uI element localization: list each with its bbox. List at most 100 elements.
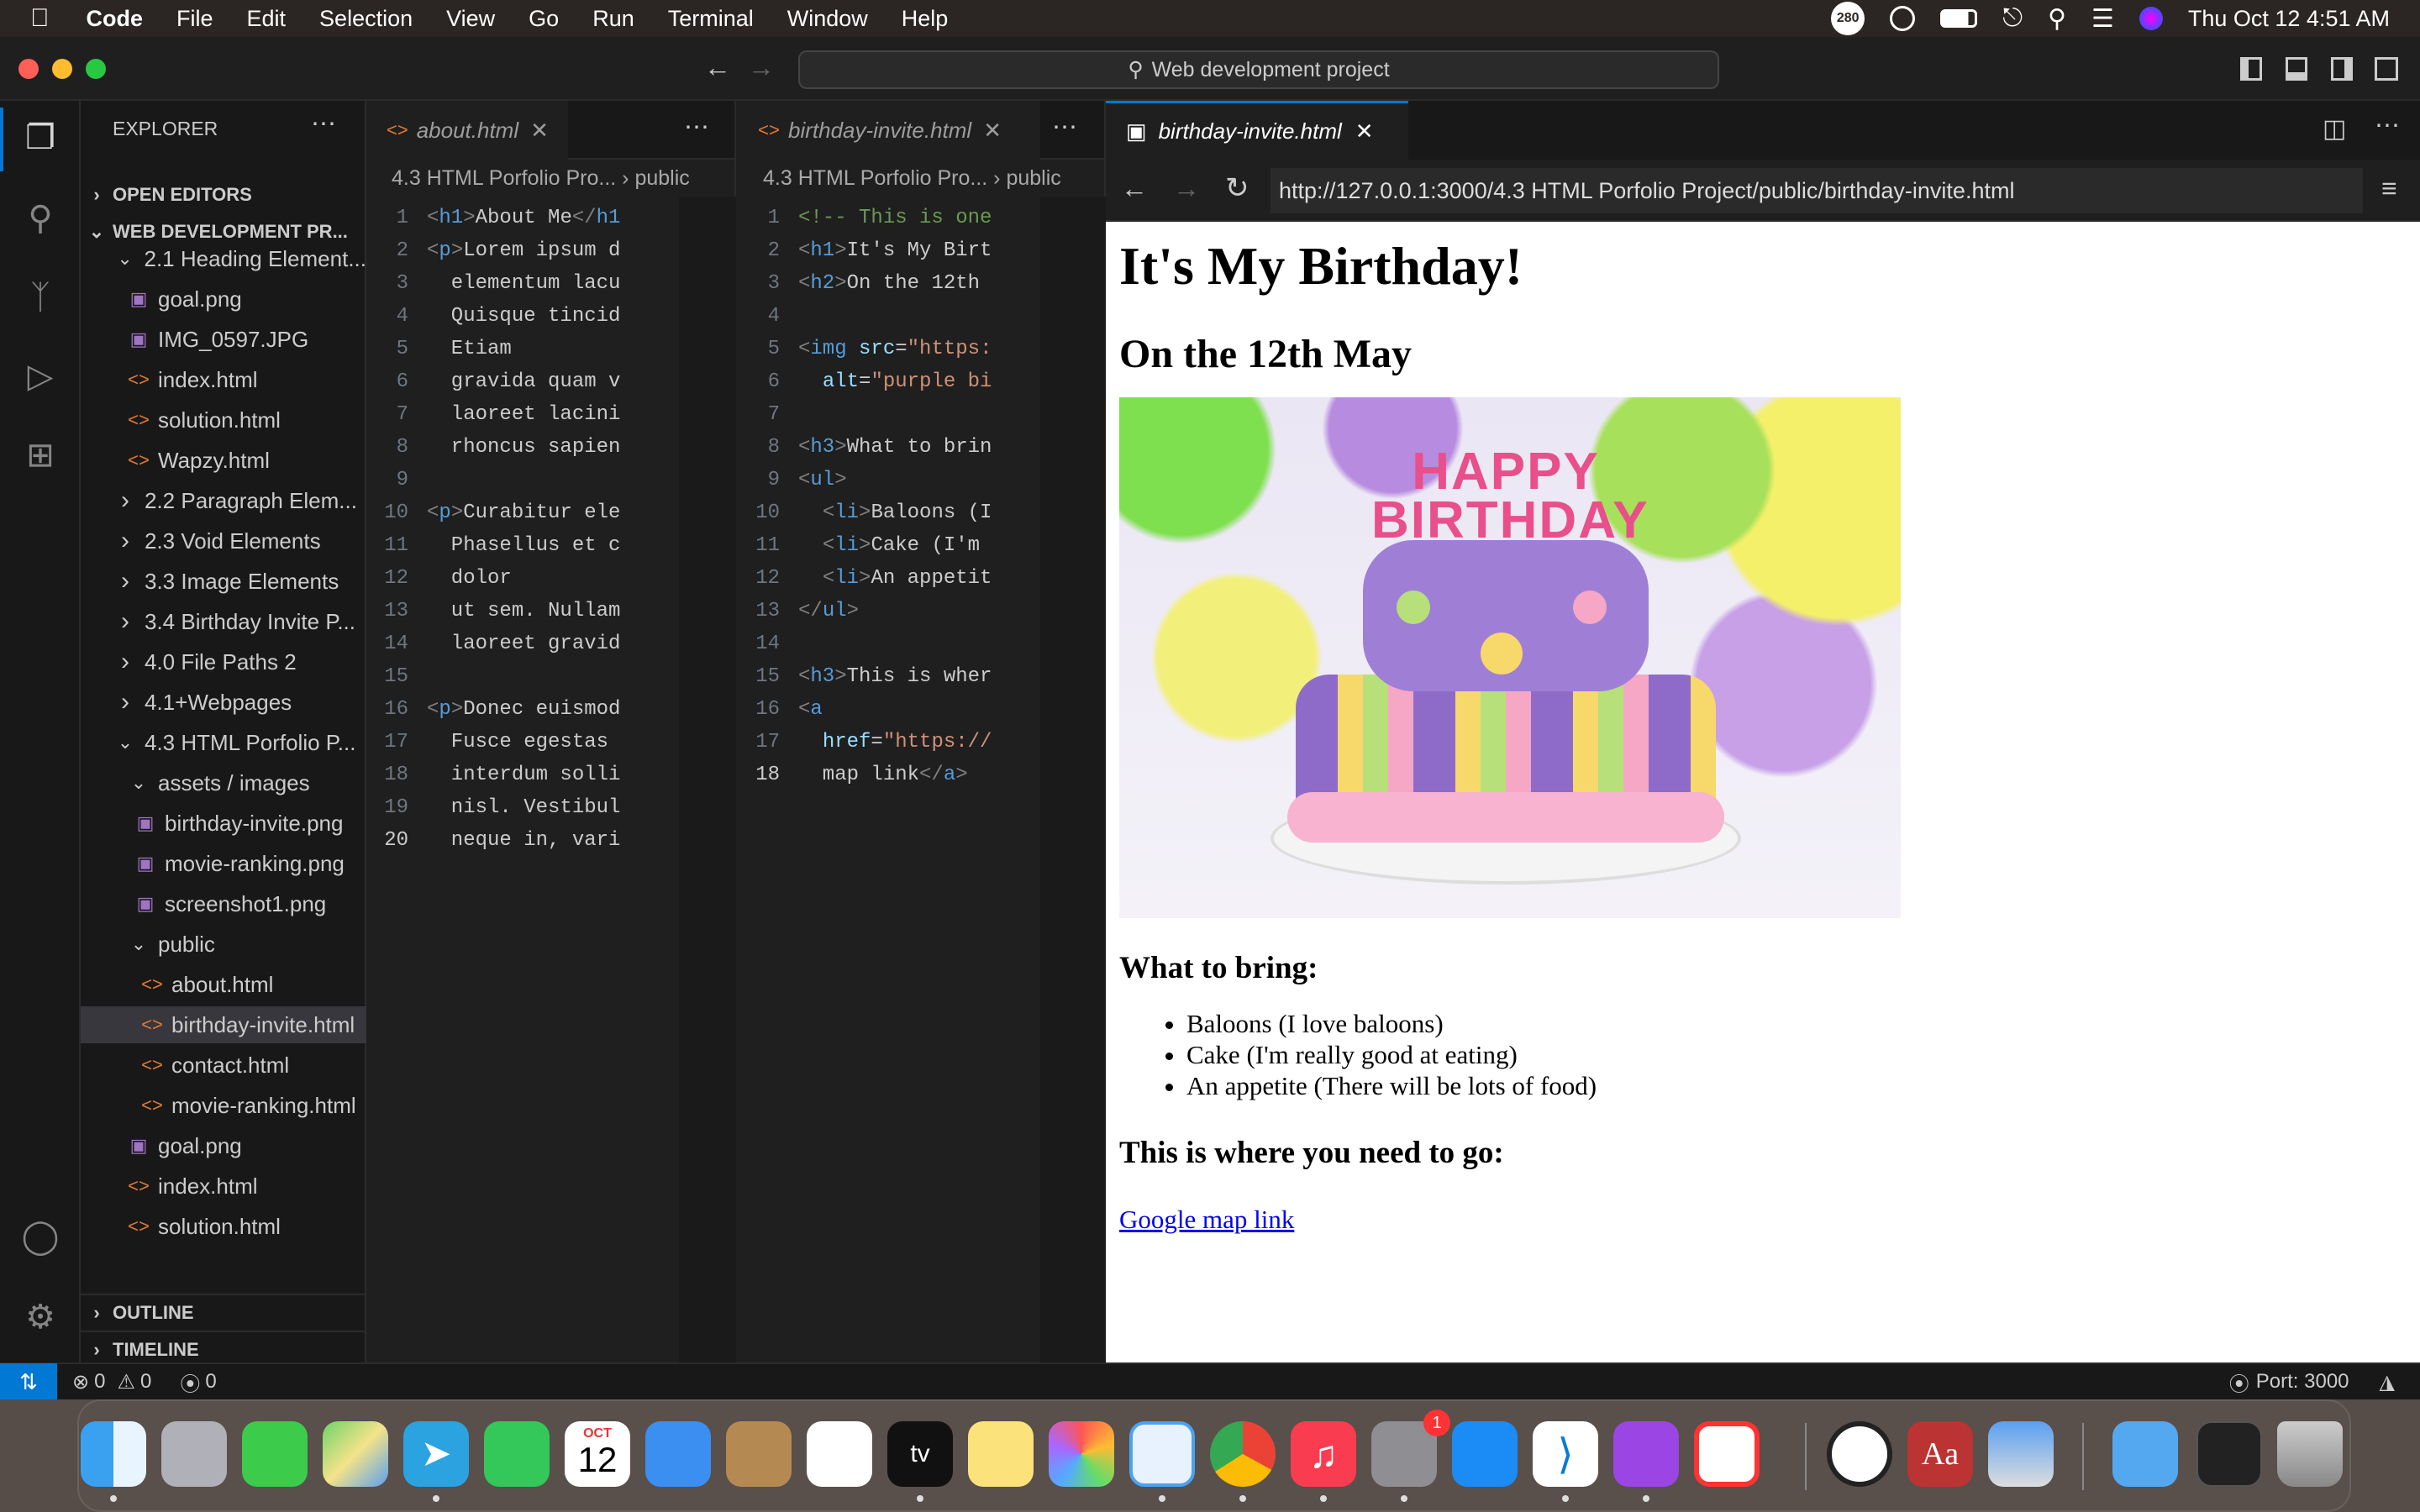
code-line[interactable]: <h1>About Me</h1 [427,203,671,234]
code-line[interactable]: <h2>On the 12th [798,269,1034,299]
code-line[interactable]: </ul> [798,596,1034,627]
control-center-icon[interactable]: ☰ [2091,4,2114,34]
customize-layout-icon[interactable] [2375,57,2398,81]
port-broadcast-icon[interactable]: ⦿ [2229,1368,2249,1397]
code-line[interactable]: <p>Curabitur ele [427,498,671,528]
tree-item[interactable]: <> birthday-invite.html [81,1006,366,1043]
menu-icon[interactable]: ≡ [2381,173,2397,204]
tree-item[interactable]: <> index.html [81,1168,366,1205]
tree-item[interactable]: › 2.3 Void Elements [81,522,366,559]
errors-count[interactable]: 0 [94,1370,105,1394]
news-icon[interactable] [1694,1421,1760,1487]
remote-indicator-icon[interactable]: ⇅ [0,1363,57,1400]
downloads-folder-icon[interactable] [2112,1421,2178,1487]
more-actions-icon[interactable]: ⋯ [1052,113,1077,142]
chrome-icon[interactable] [1210,1421,1276,1487]
calendar-icon[interactable]: OCT 12 [565,1421,630,1487]
code-line[interactable]: interdum solli [427,760,671,790]
messages-icon[interactable] [242,1421,308,1487]
menu-window[interactable]: Window [787,6,868,32]
more-actions-icon[interactable]: ⋯ [2375,111,2400,140]
code-line[interactable]: rhoncus sapien [427,433,671,463]
contacts-icon[interactable] [726,1421,792,1487]
tree-item[interactable]: › 3.3 Image Elements [81,563,366,600]
tree-item[interactable]: ▣ goal.png [81,281,366,318]
zoom-window-button[interactable] [86,59,106,79]
more-actions-icon[interactable]: ⋯ [311,109,336,139]
podcasts-icon[interactable] [1613,1421,1679,1487]
code-line[interactable]: laoreet gravid [427,629,671,659]
tree-item[interactable]: ▣ movie-ranking.png [81,845,366,882]
tree-item[interactable]: <> about.html [81,966,366,1003]
open-editors-section[interactable]: › OPEN EDITORS [81,176,366,213]
split-editor-icon[interactable]: ◫ [2323,114,2346,144]
facetime-icon[interactable] [484,1421,550,1487]
tree-item[interactable]: › 4.1+Webpages [81,684,366,721]
apple-tv-icon[interactable]: tv [887,1421,953,1487]
spotlight-search-icon[interactable]: ⚲ [2048,4,2066,34]
tree-item[interactable]: › 2.2 Paragraph Elem... [81,482,366,519]
code-line[interactable]: <h1>It's My Birt [798,236,1034,266]
tree-item[interactable]: ▣ birthday-invite.png [81,805,366,842]
code-line[interactable]: <li>Baloons (I [798,498,1034,528]
menubar-datetime[interactable]: Thu Oct 12 4:51 AM [2188,6,2390,32]
code-line[interactable]: <li>Cake (I'm [798,531,1034,561]
photos-icon[interactable] [1049,1421,1114,1487]
menu-run[interactable]: Run [592,6,634,32]
code-line[interactable]: elementum lacu [427,269,671,299]
apple-icon[interactable]:  [30,4,50,33]
command-center-search[interactable]: ⚲ Web development project [798,50,1719,89]
warnings-count[interactable]: 0 [140,1370,151,1394]
tab-birthday-invite-html[interactable]: <> birthday-invite.html ✕ [738,101,1040,160]
more-actions-icon[interactable]: ⋯ [684,113,709,142]
toggle-panel-icon[interactable] [2286,57,2307,81]
explorer-files-icon[interactable]: ❐ [20,118,60,158]
mail-icon[interactable] [645,1421,711,1487]
code-line[interactable]: <img src="https: [798,334,1034,365]
tree-item[interactable]: › 3.4 Birthday Invite P... [81,603,366,640]
menu-file[interactable]: File [176,6,213,32]
code-line[interactable]: nisl. Vestibul [427,793,671,823]
minimize-window-button[interactable] [52,59,72,79]
breadcrumb[interactable]: 4.3 HTML Porfolio Pro... › public [366,160,734,197]
warnings-icon[interactable]: ⚠ [117,1370,135,1394]
code-line[interactable]: <h3>What to brin [798,433,1034,463]
outline-section[interactable]: › OUTLINE [81,1294,366,1331]
menu-help[interactable]: Help [902,6,949,32]
reminders-icon[interactable] [807,1421,872,1487]
code-line[interactable]: neque in, vari [427,826,671,856]
accounts-icon[interactable]: ◯ [20,1216,60,1257]
tree-item[interactable]: <> movie-ranking.html [81,1087,366,1124]
port-status[interactable]: Port: 3000 [2256,1370,2349,1394]
code-line[interactable]: Etiam [427,334,671,365]
run-debug-icon[interactable]: ▷ [20,356,60,396]
source-control-icon[interactable]: ᛉ [20,277,60,318]
preview-app-icon[interactable] [1988,1421,2054,1487]
code-line[interactable]: Fusce egestas [427,727,671,758]
close-icon[interactable]: ✕ [1355,118,1374,144]
menu-view[interactable]: View [446,6,495,32]
tab-about-html[interactable]: <> about.html ✕ [366,101,568,160]
code-line[interactable]: gravida quam v [427,367,671,397]
search-icon[interactable]: ⚲ [20,198,60,239]
code-line[interactable]: <a [798,695,1034,725]
tree-item[interactable]: ⌄ assets / images [81,764,366,801]
tree-item[interactable]: <> Wapzy.html [81,442,366,479]
dictionary-icon[interactable]: Aa [1907,1421,1973,1487]
battery-icon[interactable] [1940,9,1978,28]
code-line[interactable]: map link</a> [798,760,1034,790]
siri-icon[interactable] [2139,7,2163,30]
code-line[interactable]: dolor [427,564,671,594]
errors-icon[interactable]: ⊗ [72,1370,89,1394]
breadcrumb[interactable]: 4.3 HTML Porfolio Pro... › public [738,160,1104,197]
forward-arrow-icon[interactable]: → [1173,173,1200,204]
maps-icon[interactable] [323,1421,388,1487]
finder-icon[interactable] [81,1421,146,1487]
back-arrow-icon[interactable]: ← [704,52,731,83]
back-arrow-icon[interactable]: ← [1121,173,1148,204]
minimap[interactable] [679,197,736,1362]
code-line[interactable]: <ul> [798,465,1034,496]
menu-terminal[interactable]: Terminal [668,6,754,32]
notes-icon[interactable] [968,1421,1034,1487]
code-line[interactable]: <p>Lorem ipsum d [427,236,671,266]
